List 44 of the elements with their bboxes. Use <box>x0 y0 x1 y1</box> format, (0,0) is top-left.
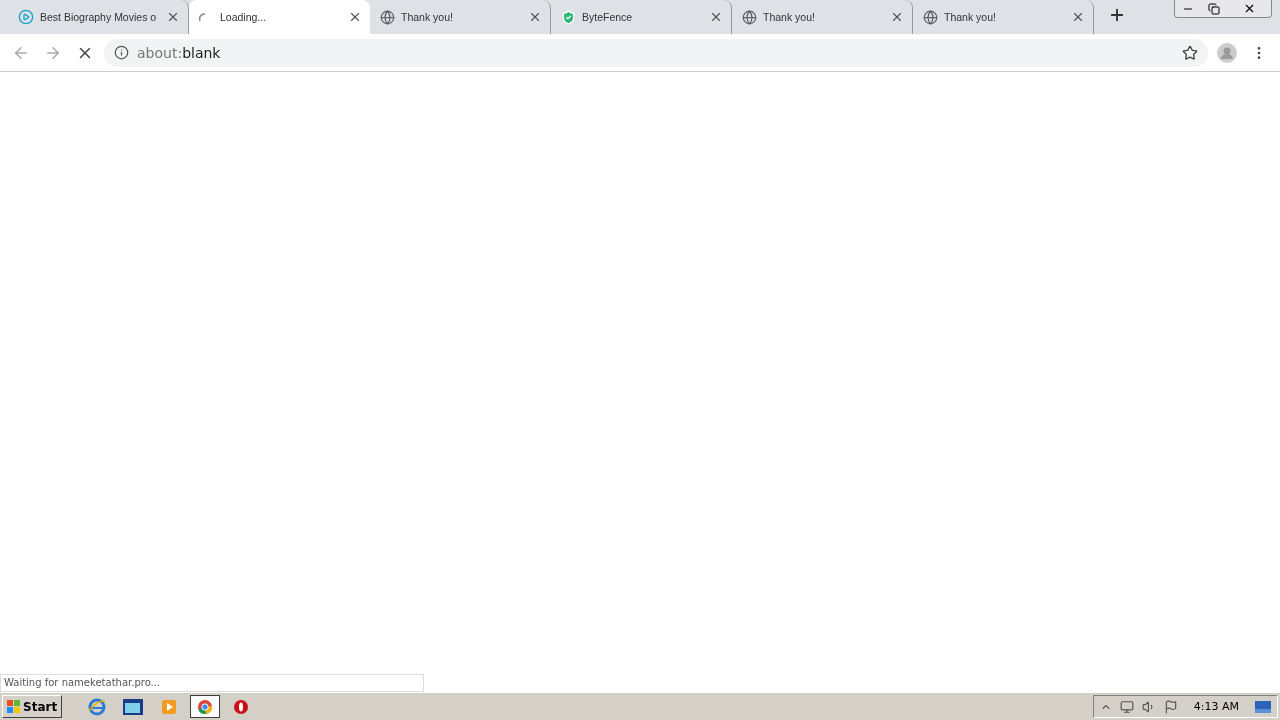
play-icon <box>18 9 34 25</box>
info-icon <box>114 45 129 60</box>
tab-title: Thank you! <box>763 11 816 23</box>
opera-icon <box>233 698 250 715</box>
close-icon[interactable] <box>528 10 542 24</box>
browser-icon <box>88 697 107 716</box>
url-scheme: about: <box>137 44 183 61</box>
chrome-icon <box>197 698 214 715</box>
close-icon[interactable] <box>1071 10 1085 24</box>
tab-title: Best Biography Movies o <box>40 11 158 23</box>
globe-icon <box>923 9 938 25</box>
globe-icon <box>742 9 757 25</box>
tab-title: ByteFence <box>582 11 634 23</box>
browser-tab[interactable]: Thank you! <box>370 0 551 34</box>
bookmark-star-icon[interactable] <box>1182 44 1198 61</box>
close-icon[interactable] <box>890 10 904 24</box>
browser-tab[interactable]: Loading... <box>189 0 370 34</box>
start-button[interactable]: Start <box>2 695 63 718</box>
status-bubble: Waiting for nameketathar.pro... <box>0 674 424 692</box>
clock[interactable]: 4:13 AM <box>1193 700 1239 713</box>
address-bar[interactable]: about:blank <box>104 38 1208 67</box>
tab-title: Loading... <box>220 11 268 23</box>
tab-title: Thank you! <box>944 11 997 23</box>
spinner-icon <box>199 12 206 22</box>
globe-icon <box>380 9 395 25</box>
media-player-icon <box>161 698 178 715</box>
close-icon[interactable] <box>166 10 180 24</box>
url-path: blank <box>182 44 221 61</box>
flag-icon[interactable] <box>1163 699 1178 714</box>
close-icon[interactable] <box>348 10 362 24</box>
browser-tab[interactable]: Thank you! <box>913 0 1094 34</box>
close-icon[interactable] <box>709 10 723 24</box>
taskbar-button[interactable] <box>190 695 221 718</box>
folder-icon <box>122 697 145 716</box>
network-icon[interactable] <box>1119 699 1134 714</box>
tab-title: Thank you! <box>401 11 454 23</box>
start-logo-icon <box>7 699 21 714</box>
browser-tab[interactable]: Thank you! <box>732 0 913 34</box>
browser-tab[interactable]: ByteFence <box>551 0 732 34</box>
restore-icon <box>1208 2 1220 15</box>
shield-icon <box>561 9 576 25</box>
show-desktop-icon[interactable] <box>1255 700 1271 713</box>
avatar-icon <box>1217 42 1237 63</box>
plus-icon <box>1108 6 1126 24</box>
